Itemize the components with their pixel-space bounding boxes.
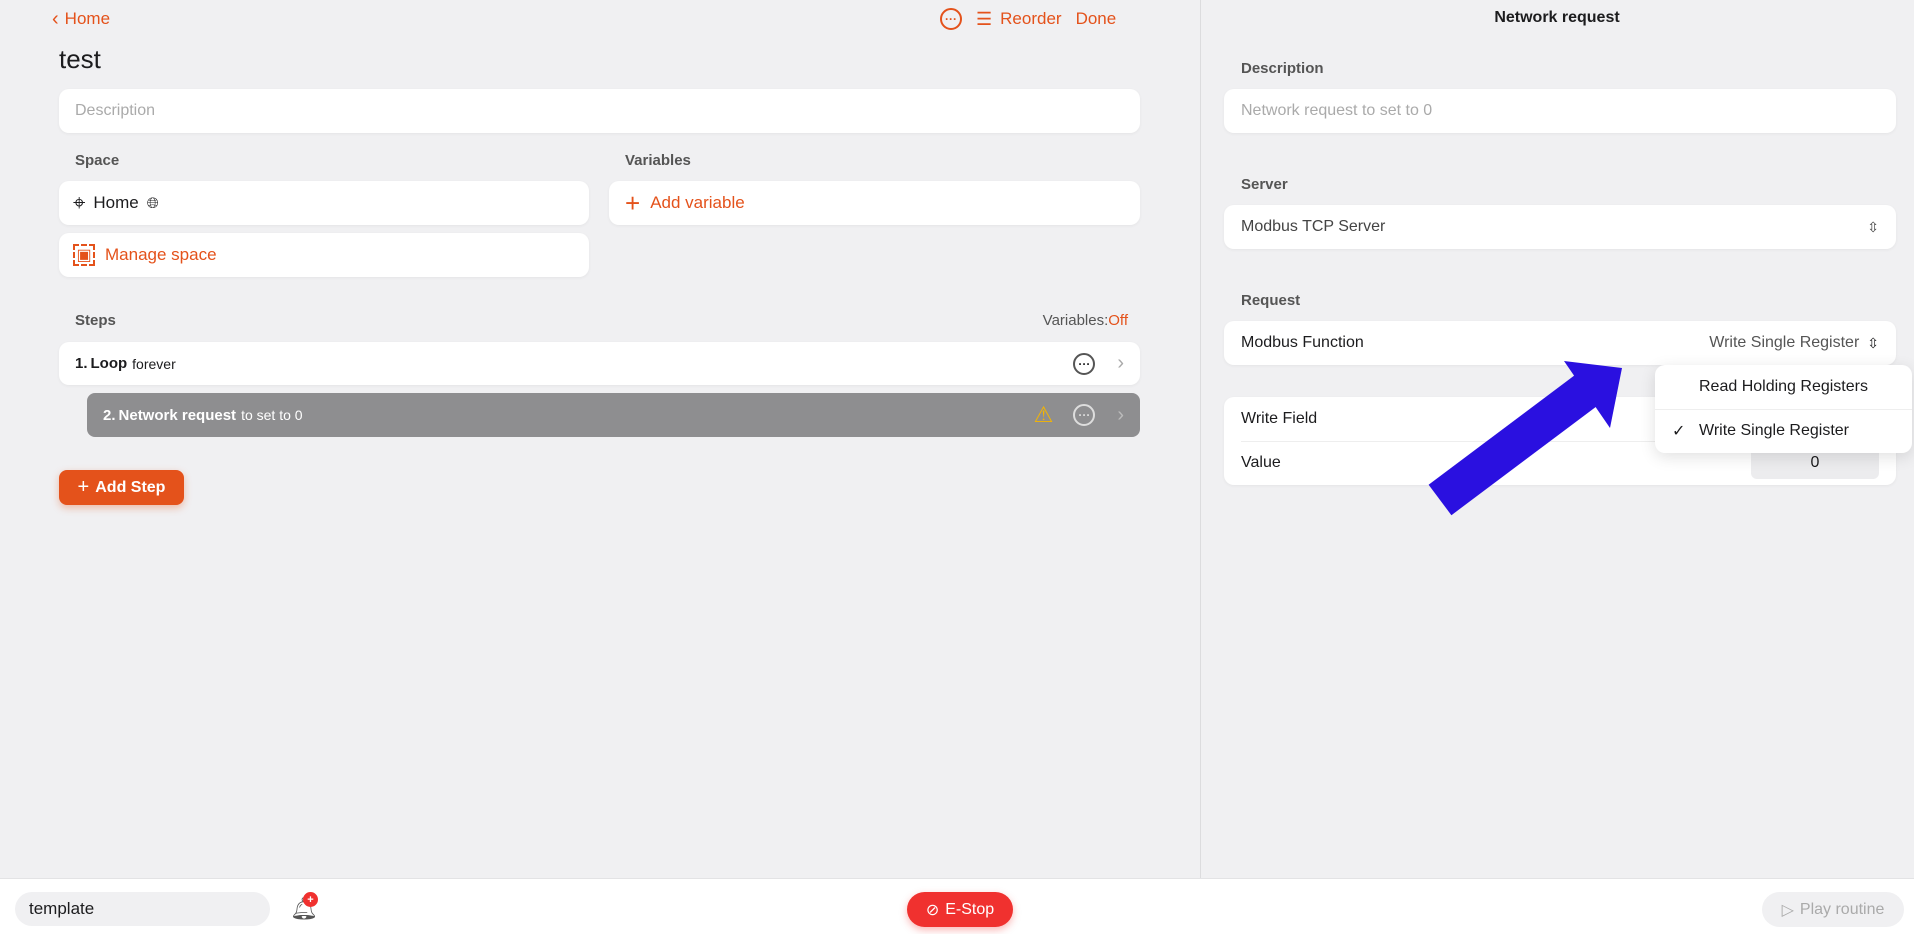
play-routine-button[interactable]: ▷ Play routine (1762, 892, 1904, 927)
prohibit-icon: ⊘ (925, 901, 940, 919)
arrow-shaft (1428, 370, 1604, 516)
notification-badge: + (303, 892, 318, 907)
estop-button[interactable]: ⊘ E-Stop (907, 892, 1013, 927)
template-selector[interactable]: template (15, 892, 270, 926)
play-icon: ▷ (1781, 901, 1794, 919)
annotation-arrow (1428, 361, 1622, 516)
